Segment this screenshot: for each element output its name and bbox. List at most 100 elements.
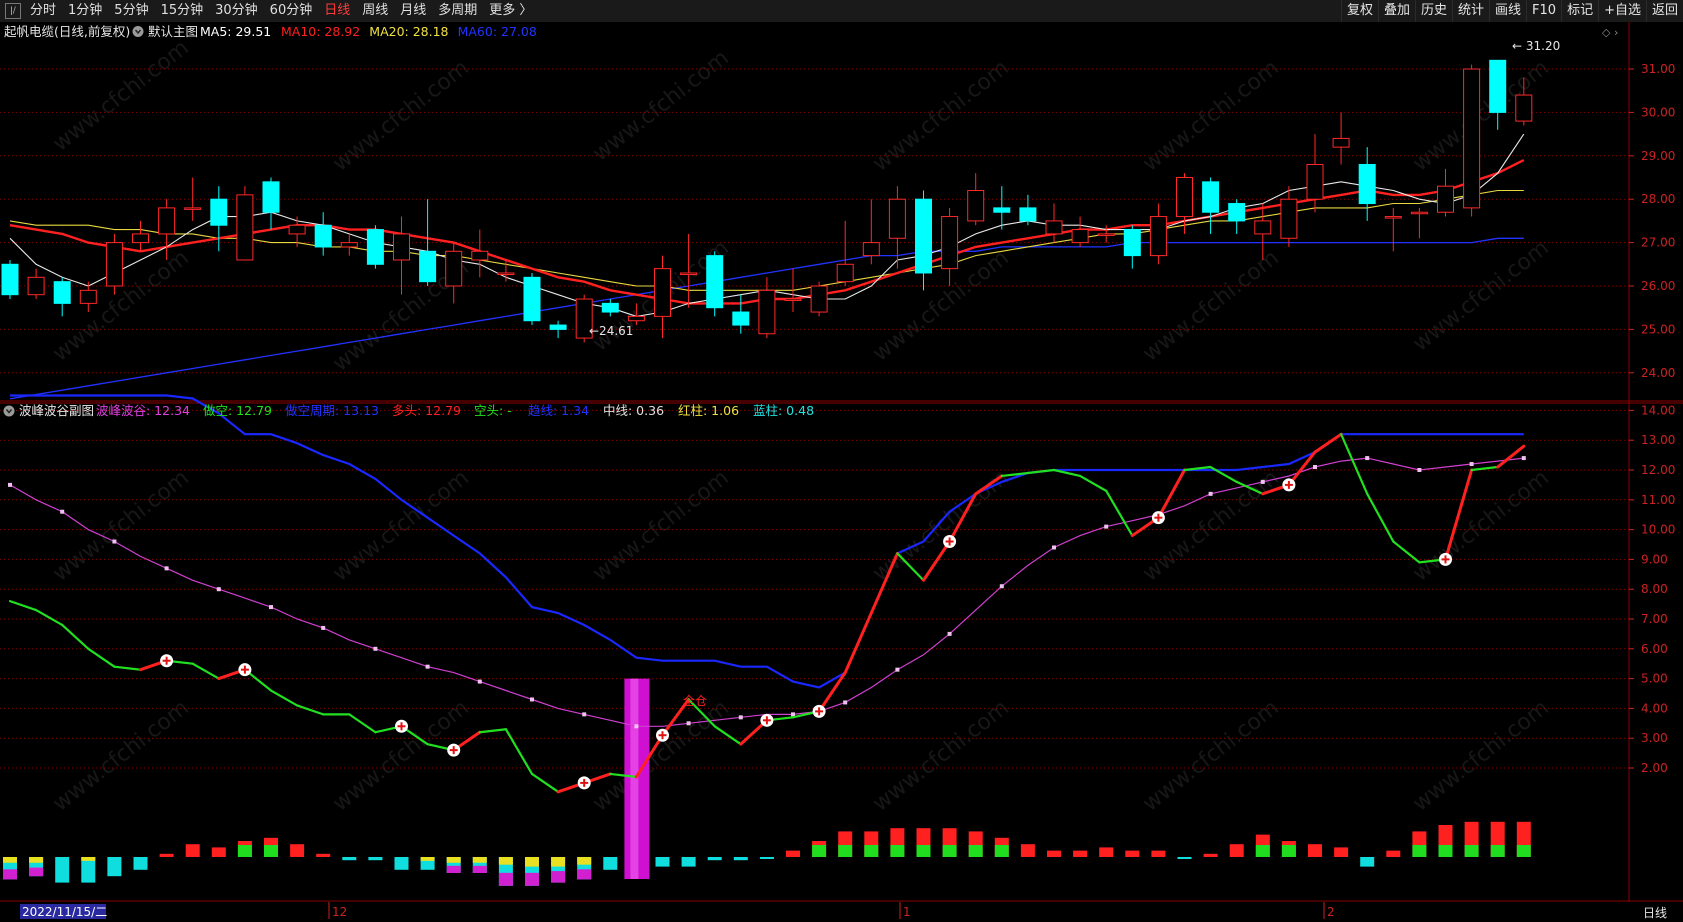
period-tab-8[interactable]: 月线 <box>394 0 432 22</box>
indicator-name: 默认主图 <box>148 24 198 39</box>
indicator-bar <box>759 857 774 859</box>
slow-marker <box>530 697 534 702</box>
chevron-right-icon[interactable]: › <box>1614 26 1618 39</box>
indicator-tick-label: 5.00 <box>1641 672 1668 686</box>
sub-legend-item: 趋线: 1.34 <box>528 403 589 418</box>
slow-marker <box>112 539 117 544</box>
period-tab-2[interactable]: 5分钟 <box>108 0 154 22</box>
indicator-bar <box>446 857 461 873</box>
price-tick-label: 30.00 <box>1641 105 1675 119</box>
tool-button-7[interactable]: +自选 <box>1598 0 1646 22</box>
indicator-bar <box>316 853 331 857</box>
buy-signal-icon <box>812 704 826 718</box>
sub-legend-item: 做空周期: 13.13 <box>285 403 379 418</box>
indicator-tick-label: 13.00 <box>1641 433 1675 447</box>
sub-legend-item: 红柱: 1.06 <box>678 403 739 418</box>
candle <box>105 233 123 295</box>
indicator-bar <box>185 844 200 857</box>
sub-legend-item: 做空: 12.79 <box>203 403 272 418</box>
slow-marker <box>164 566 169 571</box>
kline-chart[interactable]: www.cfchi.com www.cfchi.com www.cfchi.com w… <box>0 22 1683 922</box>
period-tab-5[interactable]: 60分钟 <box>264 0 319 22</box>
indicator-bar <box>1464 821 1479 857</box>
indicator-tick-label: 8.00 <box>1641 582 1668 596</box>
ma-legend-item: MA20: 28.18 <box>369 24 448 39</box>
indicator-bar <box>890 828 905 857</box>
indicator-bar <box>1281 841 1296 857</box>
indicator-bar <box>3 857 17 880</box>
tool-button-2[interactable]: 历史 <box>1414 0 1452 22</box>
period-tab-7[interactable]: 周线 <box>356 0 394 22</box>
period-tabs: 分时 1分钟 5分钟 15分钟 30分钟 60分钟 日线 周线 月线 多周期 更多 〉 <box>24 0 538 22</box>
slow-marker <box>1521 456 1526 461</box>
indicator-bar <box>1516 821 1531 857</box>
indicator-bar <box>133 857 148 870</box>
period-tab-3[interactable]: 15分钟 <box>155 0 210 22</box>
indicator-bar <box>342 857 357 861</box>
sub-indicator-menu-icon[interactable] <box>3 405 15 417</box>
sub-legend-item: 空头: - <box>474 403 512 418</box>
menu-icon[interactable]: ǀ/ <box>5 3 21 19</box>
period-tab-4[interactable]: 30分钟 <box>209 0 264 22</box>
slow-marker <box>947 631 952 636</box>
period-tab-9[interactable]: 多周期 <box>432 0 483 22</box>
indicator-bar <box>1490 821 1505 857</box>
sub-legend-items: 波峰波谷: 12.34 做空: 12.79 做空周期: 13.13 多头: 12.79… <box>96 403 814 418</box>
candle <box>810 281 828 317</box>
indicator-bar <box>624 678 650 879</box>
buy-signal-icon <box>656 728 669 742</box>
indicator-menu-icon[interactable] <box>132 26 144 37</box>
diamond-icon[interactable]: ◇ <box>1602 26 1611 39</box>
indicator-bar <box>655 857 670 867</box>
indicator-bar <box>368 857 383 861</box>
indicator-bar <box>1308 844 1322 857</box>
indicator-bar <box>577 857 592 880</box>
stock-title: 起帆电缆(日线,前复权) <box>4 24 130 39</box>
indicator-bar <box>290 844 305 857</box>
period-tab-10[interactable]: 更多 〉 <box>483 0 538 22</box>
tool-button-5[interactable]: F10 <box>1526 0 1561 22</box>
indicator-bar <box>1438 825 1453 857</box>
slow-marker <box>1365 456 1370 461</box>
price-tick-label: 25.00 <box>1641 322 1675 336</box>
indicator-bar <box>1177 857 1192 859</box>
indicator-bar <box>786 850 800 857</box>
indicator-bar <box>29 857 44 877</box>
period-tab-6[interactable]: 日线 <box>318 0 356 22</box>
period-tab-1[interactable]: 1分钟 <box>62 0 108 22</box>
price-tick-label: 27.00 <box>1641 236 1675 250</box>
tool-button-6[interactable]: 标记 <box>1561 0 1598 22</box>
indicator-bar <box>159 853 174 857</box>
sub-legend-item: 波峰波谷: 12.34 <box>96 403 190 418</box>
slow-marker <box>1208 491 1213 496</box>
month-label: 1 <box>903 905 911 919</box>
tool-button-8[interactable]: 返回 <box>1645 0 1683 22</box>
indicator-tick-label: 4.00 <box>1641 701 1668 715</box>
slow-marker <box>999 584 1004 589</box>
indicator-bar <box>237 841 252 857</box>
candle <box>523 272 541 326</box>
indicator-tick-label: 11.00 <box>1641 493 1675 507</box>
slow-marker <box>216 587 221 592</box>
tool-button-0[interactable]: 复权 <box>1340 0 1378 22</box>
buy-signal-icon <box>760 713 774 727</box>
candle <box>366 225 384 269</box>
ma-legend-item: MA60: 27.08 <box>458 24 537 39</box>
buy-signal-icon <box>238 663 252 677</box>
slow-marker <box>8 482 12 487</box>
slow-marker <box>738 715 743 720</box>
period-tab-0[interactable]: 分时 <box>24 0 62 22</box>
tool-button-4[interactable]: 画线 <box>1489 0 1526 22</box>
indicator-bar <box>1386 850 1401 857</box>
full-position-signal-label: 全仓 <box>683 693 707 708</box>
slow-marker <box>686 721 691 726</box>
slow-marker <box>634 724 639 729</box>
indicator-bar <box>812 841 827 857</box>
tool-button-3[interactable]: 统计 <box>1452 0 1489 22</box>
candle <box>1463 64 1481 217</box>
candle <box>236 186 254 261</box>
buy-signal-icon <box>943 535 957 549</box>
indicator-bar <box>1125 850 1140 857</box>
tool-button-1[interactable]: 叠加 <box>1377 0 1415 22</box>
indicator-bar <box>942 828 957 857</box>
